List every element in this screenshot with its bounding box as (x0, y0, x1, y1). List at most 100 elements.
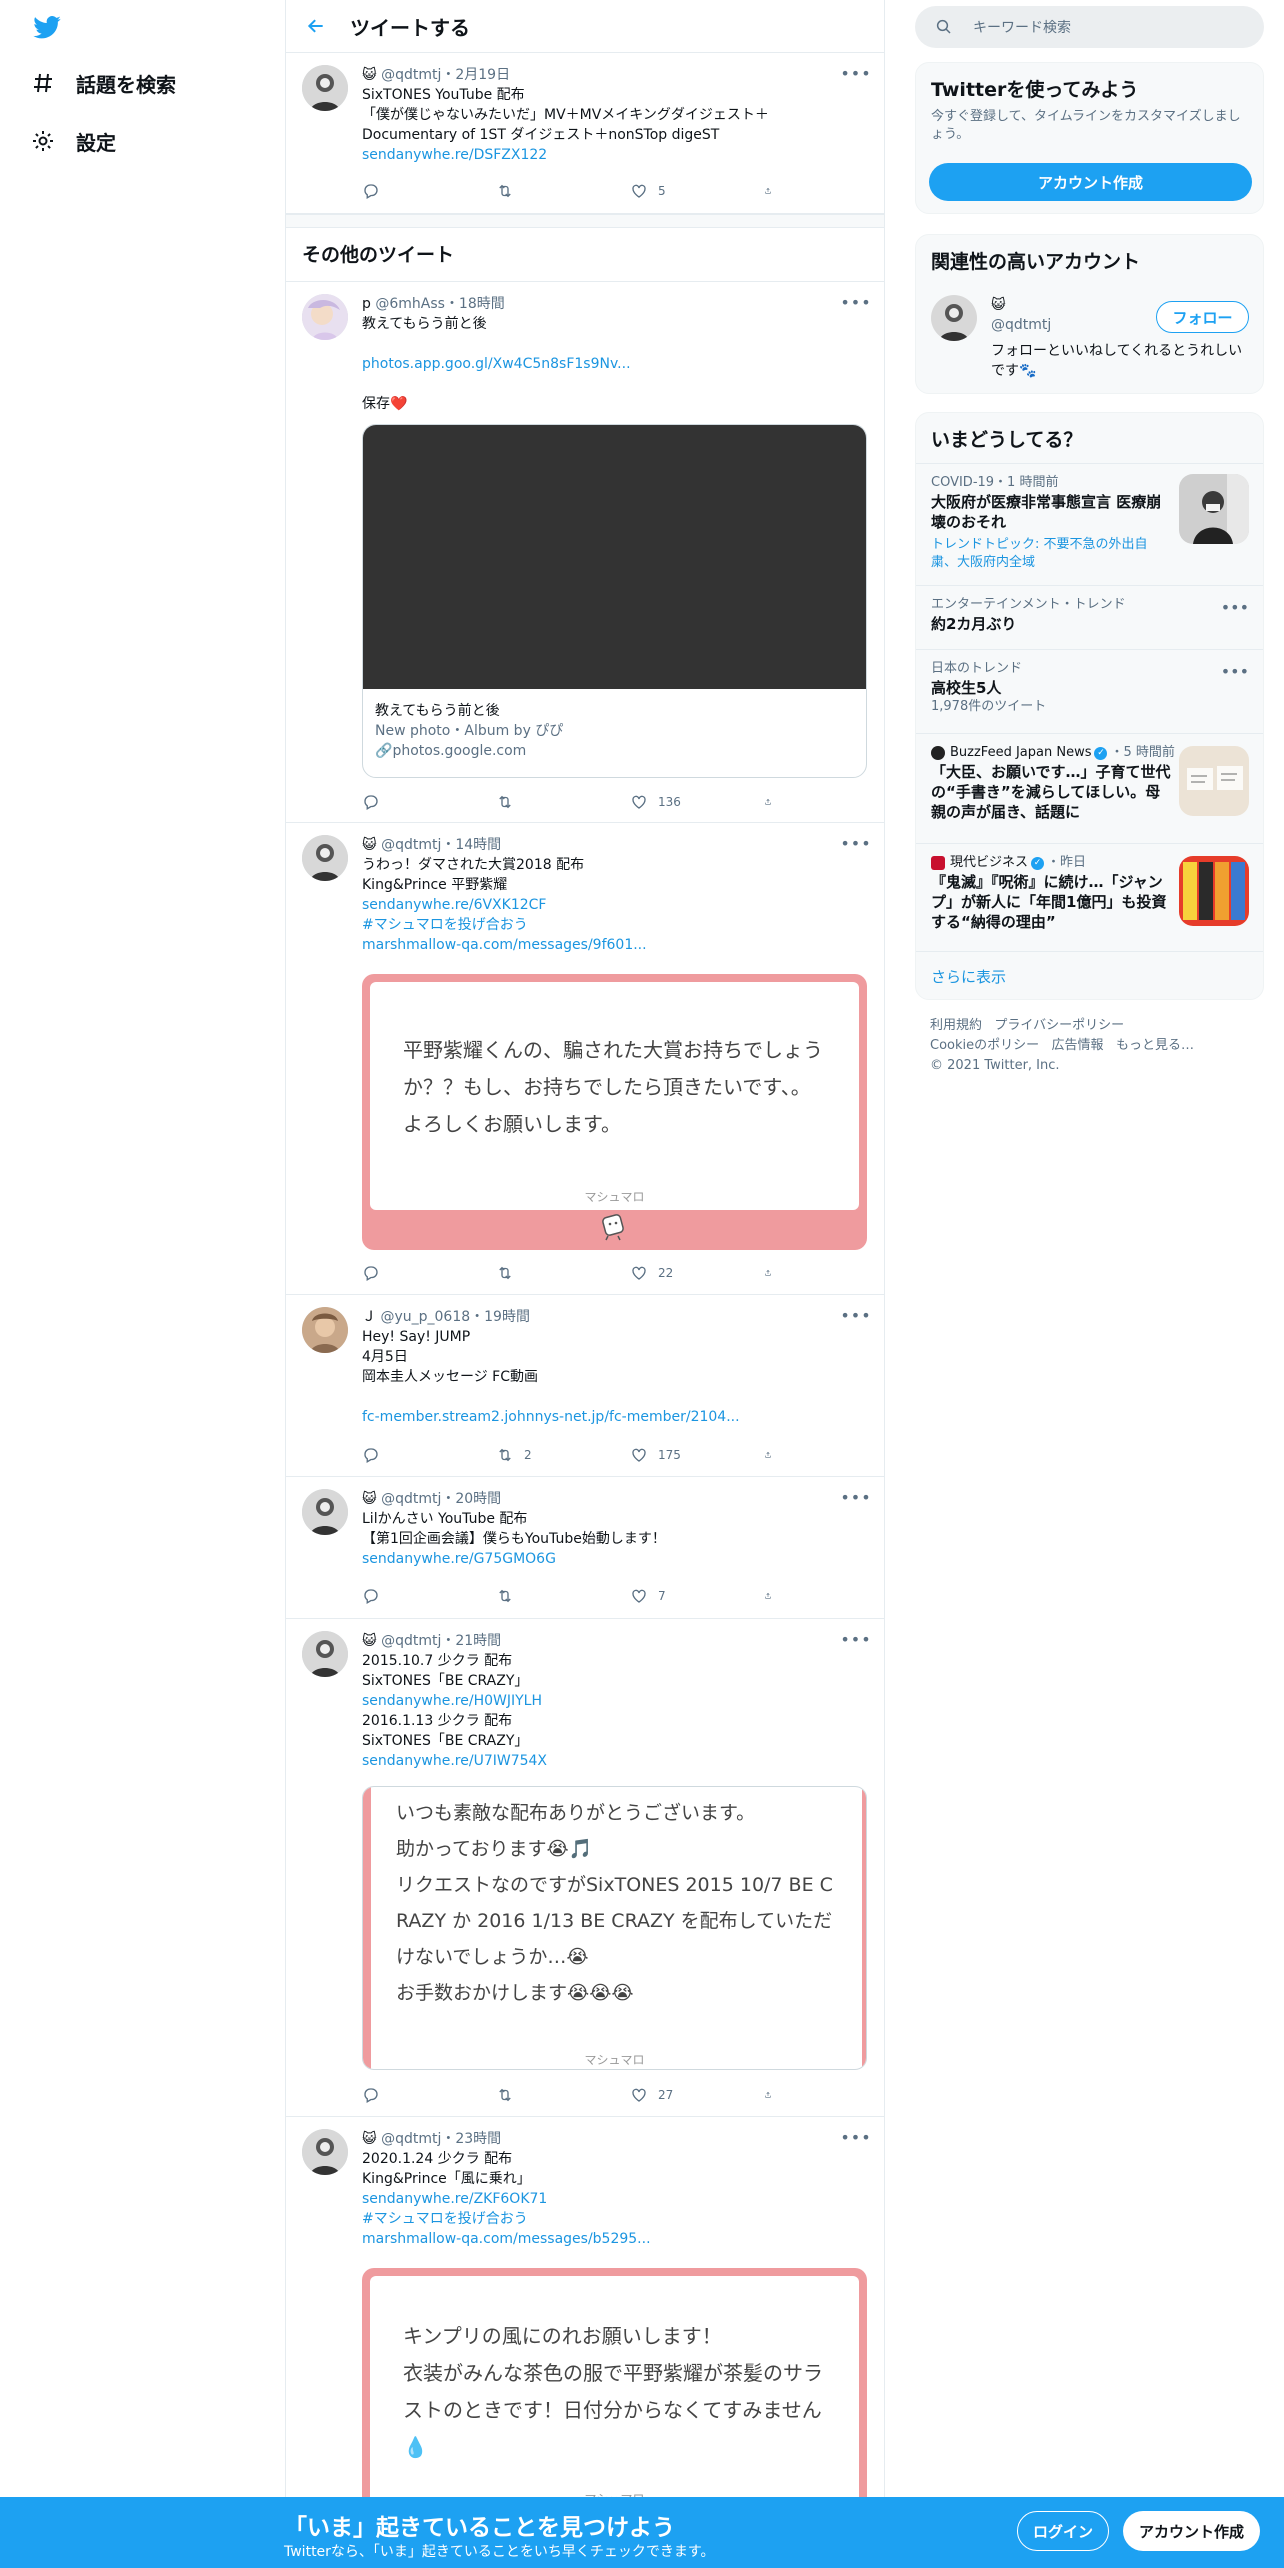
avatar[interactable] (302, 1631, 348, 1677)
tweet-time[interactable]: ・14時間 (441, 837, 501, 853)
related-handle[interactable]: @qdtmtj (991, 315, 1051, 335)
show-more-link[interactable]: さらに表示 (916, 951, 1263, 999)
author-handle[interactable]: @6mhAss (375, 296, 445, 312)
tweet-time[interactable]: ・18時間 (445, 296, 505, 312)
author-handle[interactable]: @qdtmtj (381, 67, 441, 83)
author-name[interactable]: 😺 (362, 837, 377, 853)
avatar[interactable] (302, 1489, 348, 1535)
footer-cookie[interactable]: Cookieのポリシー (930, 1038, 1039, 1053)
nav-settings[interactable]: 設定 (30, 121, 116, 161)
more-icon[interactable]: ••• (840, 1629, 870, 1649)
like-button[interactable]: 5 (630, 181, 720, 201)
more-icon[interactable]: ••• (840, 1305, 870, 1325)
retweet-button[interactable]: 2 (496, 1445, 586, 1465)
author-handle[interactable]: @qdtmtj (381, 1491, 441, 1507)
tweet-link[interactable]: sendanywhe.re/U7IW754X (362, 1751, 867, 1771)
tweet-link[interactable]: sendanywhe.re/DSFZX122 (362, 145, 867, 165)
author-handle[interactable]: @qdtmtj (381, 2131, 441, 2147)
retweet-button[interactable] (496, 1263, 586, 1283)
more-icon[interactable]: ••• (840, 833, 870, 853)
more-icon[interactable]: ••• (840, 63, 870, 83)
share-button[interactable] (764, 2085, 782, 2105)
tweet-link[interactable]: marshmallow-qa.com/messages/b5295... (362, 2229, 867, 2249)
reply-button[interactable] (362, 1263, 452, 1283)
news-item[interactable]: 現代ビジネス ✓ ・昨日 『鬼滅』『呪術』に続け…「ジャンプ」が新人に「年間1億… (916, 843, 1263, 951)
news-item[interactable]: BuzzFeed Japan News ✓ ・5 時間前 「大臣、お願いです…」… (916, 733, 1263, 843)
footer-ads[interactable]: 広告情報 (1052, 1038, 1104, 1053)
author-handle[interactable]: @qdtmtj (381, 837, 441, 853)
marshmallow-card[interactable]: 平野紫耀くんの、騙された大賞お持ちでしょう か？？もし、お持ちでしたら頂きたいで… (362, 974, 867, 1250)
tweet[interactable]: 😺 @qdtmtj・20時間 Lilかんさい YouTube 配布 【第1回企画… (286, 1477, 884, 1619)
search-input[interactable]: キーワード検索 (915, 6, 1264, 48)
author-name[interactable]: 😺 (362, 1491, 377, 1507)
tweet-link[interactable]: sendanywhe.re/G75GMO6G (362, 1549, 867, 1569)
author-name[interactable]: 😺 (362, 2131, 377, 2147)
like-button[interactable]: 175 (630, 1445, 720, 1465)
share-button[interactable] (764, 792, 782, 812)
avatar[interactable] (302, 1307, 348, 1353)
author-name[interactable]: 😺 (362, 1633, 377, 1649)
share-button[interactable] (764, 1263, 782, 1283)
trend-item[interactable]: エンターテインメント・トレンド 約2カ月ぶり ••• (916, 585, 1263, 649)
tweet[interactable]: p @6mhAss・18時間 教えてもらう前と後 photos.app.goo.… (286, 282, 884, 823)
main-tweet[interactable]: 😺 @qdtmtj・2月19日 SixTONES YouTube 配布 「僕が僕… (286, 53, 884, 214)
trend-item[interactable]: COVID-19・1 時間前 大阪府が医療非常事態宣言 医療崩壊のおそれ トレン… (916, 463, 1263, 585)
author-name[interactable]: p (362, 296, 371, 312)
more-icon[interactable]: ••• (840, 292, 870, 312)
tweet[interactable]: 😺 @qdtmtj・21時間 2015.10.7 少クラ 配布 SixTONES… (286, 1619, 884, 2117)
tweet-time[interactable]: ・2月19日 (441, 67, 510, 83)
tweet[interactable]: Ｊ @yu_p_0618・19時間 Hey! Say! JUMP 4月5日 岡本… (286, 1295, 884, 1477)
tweet-time[interactable]: ・23時間 (441, 2131, 501, 2147)
reply-button[interactable] (362, 792, 452, 812)
tweet[interactable]: 😺 @qdtmtj・14時間 うわっ！ダマされた大賞2018 配布 King&P… (286, 823, 884, 1295)
footer-privacy[interactable]: プライバシーポリシー (994, 1018, 1124, 1033)
footer-more[interactable]: もっと見る… (1116, 1038, 1194, 1053)
twitter-logo-icon[interactable] (30, 13, 64, 43)
signup-button[interactable]: アカウント作成 (1123, 2511, 1260, 2551)
retweet-button[interactable] (496, 2085, 586, 2105)
author-name[interactable]: 😺 (362, 67, 377, 83)
share-button[interactable] (764, 1586, 782, 1606)
retweet-button[interactable] (496, 181, 586, 201)
back-arrow-icon[interactable] (306, 16, 326, 36)
tweet-link[interactable]: sendanywhe.re/H0WJIYLH (362, 1691, 867, 1711)
follow-button[interactable]: フォロー (1156, 301, 1249, 333)
avatar[interactable] (931, 295, 977, 341)
login-button[interactable]: ログイン (1017, 2511, 1109, 2551)
author-handle[interactable]: @qdtmtj (381, 1633, 441, 1649)
like-button[interactable]: 27 (630, 2085, 720, 2105)
author-handle[interactable]: @yu_p_0618 (380, 1309, 470, 1325)
hashtag-link[interactable]: #マシュマロを投げ合おう (362, 915, 867, 935)
author-name[interactable]: Ｊ (362, 1309, 376, 1325)
tweet-link[interactable]: fc-member.stream2.johnnys-net.jp/fc-memb… (362, 1407, 867, 1427)
tweet-link[interactable]: sendanywhe.re/ZKF6OK71 (362, 2189, 867, 2209)
like-button[interactable]: 22 (630, 1263, 720, 1283)
avatar[interactable] (302, 2129, 348, 2175)
avatar[interactable] (302, 65, 348, 111)
more-icon[interactable]: ••• (1221, 662, 1249, 681)
hashtag-link[interactable]: #マシュマロを投げ合おう (362, 2209, 867, 2229)
reply-button[interactable] (362, 181, 452, 201)
reply-button[interactable] (362, 1586, 452, 1606)
retweet-button[interactable] (496, 1586, 586, 1606)
trend-item[interactable]: 日本のトレンド 高校生5人 1,978件のツイート ••• (916, 649, 1263, 733)
tweet-link[interactable]: sendanywhe.re/6VXK12CF (362, 895, 867, 915)
share-button[interactable] (764, 181, 782, 201)
tweet-link[interactable]: marshmallow-qa.com/messages/9f601... (362, 935, 867, 955)
more-icon[interactable]: ••• (1221, 598, 1249, 617)
marshmallow-card[interactable]: いつも素敵な配布ありがとうございます。 助かっております😭🎵 リクエストなのです… (362, 1786, 867, 2070)
more-icon[interactable]: ••• (840, 2127, 870, 2147)
nav-explore[interactable]: 話題を検索 (30, 63, 176, 103)
avatar[interactable] (302, 835, 348, 881)
tweet-time[interactable]: ・19時間 (470, 1309, 530, 1325)
share-button[interactable] (764, 1445, 782, 1465)
tweet-time[interactable]: ・20時間 (441, 1491, 501, 1507)
create-account-button[interactable]: アカウント作成 (929, 163, 1252, 201)
link-card[interactable]: 教えてもらう前と後 New photo・Album by ぴぴ 🔗photos.… (362, 424, 867, 778)
tweet-time[interactable]: ・21時間 (441, 1633, 501, 1649)
reply-button[interactable] (362, 2085, 452, 2105)
like-button[interactable]: 7 (630, 1586, 720, 1606)
reply-button[interactable] (362, 1445, 452, 1465)
related-name[interactable]: 😺 (991, 295, 1006, 315)
retweet-button[interactable] (496, 792, 586, 812)
